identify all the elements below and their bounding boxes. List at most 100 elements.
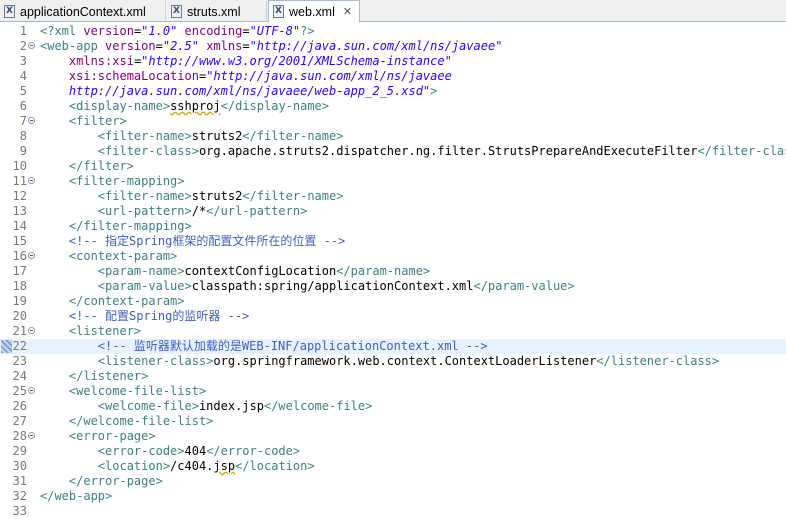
code-text: <filter-name>struts2</filter-name> (40, 189, 344, 204)
fold-toggle-icon[interactable] (28, 387, 35, 394)
code-line[interactable]: 4 xsi:schemaLocation="http://java.sun.co… (0, 69, 786, 84)
code-token: org.apache.struts2.dispatcher.ng.filter.… (198, 144, 698, 158)
code-line[interactable]: 3 xmlns:xsi="http://www.w3.org/2001/XMLS… (0, 54, 786, 69)
code-line[interactable]: 22 <!-- 监听器默认加载的是WEB-INF/applicationCont… (0, 339, 786, 354)
code-token: </param-value> (473, 279, 575, 293)
code-line[interactable]: 24 </listener> (0, 369, 786, 384)
line-number: 19 (12, 294, 27, 308)
code-line[interactable]: 6 <display-name>sshproj</display-name> (0, 99, 786, 114)
code-line[interactable]: 18 <param-value>classpath:spring/applica… (0, 279, 786, 294)
code-line[interactable]: 9 <filter-class>org.apache.struts2.dispa… (0, 144, 786, 159)
code-text: <url-pattern>/*</url-pattern> (40, 204, 308, 219)
code-token: </filter-mapping> (68, 219, 192, 233)
code-line[interactable]: 5 http://java.sun.com/xml/ns/javaee/web-… (0, 84, 786, 99)
code-line[interactable]: 17 <param-name>contextConfigLocation</pa… (0, 264, 786, 279)
code-line[interactable]: 12 <filter-name>struts2</filter-name> (0, 189, 786, 204)
code-line[interactable]: 33 (0, 504, 786, 519)
code-line[interactable]: 27 </welcome-file-list> (0, 414, 786, 429)
code-line[interactable]: 28 <error-page> (0, 429, 786, 444)
code-line[interactable]: 10 </filter> (0, 159, 786, 174)
tab-label: web.xml (289, 4, 335, 19)
code-token: encoding (184, 24, 243, 38)
code-line[interactable]: 29 <error-code>404</error-code> (0, 444, 786, 459)
code-line[interactable]: 15 <!-- 指定Spring框架的配置文件所在的位置 --> (0, 234, 786, 249)
code-line[interactable]: 21 <listener> (0, 324, 786, 339)
code-line[interactable]: 7 <filter> (0, 114, 786, 129)
code-token: </welcome-file-list> (68, 414, 214, 428)
fold-toggle-icon[interactable] (28, 42, 35, 49)
code-token: > (430, 84, 438, 98)
code-token: <error-code> (97, 444, 185, 458)
code-token: </display-name> (220, 99, 330, 113)
code-line[interactable]: 8 <filter-name>struts2</filter-name> (0, 129, 786, 144)
code-text: </error-page> (40, 474, 163, 489)
code-token: /* (191, 204, 207, 218)
line-number: 30 (12, 459, 27, 473)
code-token: </listener> (68, 369, 149, 383)
code-token: version (83, 24, 134, 38)
close-icon[interactable]: ✕ (343, 5, 352, 18)
xml-file-icon: X (273, 5, 284, 18)
code-line[interactable]: 2 <web-app version="2.5" xmlns="http://ja… (0, 39, 786, 54)
code-text: <!-- 指定Spring框架的配置文件所在的位置 --> (40, 234, 345, 249)
code-line[interactable]: 16 <context-param> (0, 249, 786, 264)
code-token: </context-param> (68, 294, 185, 308)
line-number: 33 (12, 504, 27, 518)
fold-toggle-icon[interactable] (28, 327, 35, 334)
code-token: <web-app (40, 39, 106, 53)
fold-toggle-icon[interactable] (28, 117, 35, 124)
code-line[interactable]: 26 <welcome-file>index.jsp</welcome-file… (0, 399, 786, 414)
code-token: <location> (97, 459, 171, 473)
code-line[interactable]: 13 <url-pattern>/*</url-pattern> (0, 204, 786, 219)
code-token: </filter-class> (697, 144, 786, 158)
code-token: struts2 (191, 129, 243, 143)
code-text: <!-- 配置Spring的监听器 --> (40, 309, 249, 324)
tab-struts-xml[interactable]: X struts.xml (167, 1, 267, 22)
code-line[interactable]: 32 </web-app> (0, 489, 786, 504)
code-token: version (105, 39, 156, 53)
code-line[interactable]: 30 <location>/c404.jsp</location> (0, 459, 786, 474)
code-text: <display-name>sshproj</display-name> (40, 99, 329, 114)
code-token: = (242, 39, 250, 53)
code-token: </error-page> (68, 474, 163, 488)
code-editor[interactable]: 1 <?xml version="1.0" encoding="UTF-8"?> 2… (0, 23, 786, 518)
code-token: <filter-name> (97, 129, 192, 143)
code-text: <web-app version="2.5" xmlns="http://jav… (40, 39, 502, 54)
line-number: 28 (12, 429, 27, 443)
code-token: </param-name> (336, 264, 431, 278)
xml-file-icon: X (4, 5, 15, 18)
line-number: 6 (19, 99, 27, 113)
tab-web-xml[interactable]: X web.xml ✕ (268, 0, 360, 23)
code-token: </filter-name> (242, 129, 344, 143)
code-token: ?> (300, 24, 315, 38)
line-number: 26 (12, 399, 27, 413)
code-line[interactable]: 31 </error-page> (0, 474, 786, 489)
fold-toggle-icon[interactable] (28, 177, 35, 184)
code-line[interactable]: 14 </filter-mapping> (0, 219, 786, 234)
code-token: <filter> (68, 114, 127, 128)
tab-applicationcontext-xml[interactable]: X applicationContext.xml (0, 1, 166, 22)
code-token: <listener> (68, 324, 142, 338)
code-text: </web-app> (40, 489, 112, 504)
code-text: <filter> (40, 114, 127, 129)
code-line[interactable]: 11 <filter-mapping> (0, 174, 786, 189)
line-number: 9 (19, 144, 27, 158)
line-number: 16 (12, 249, 27, 263)
code-line[interactable]: 19 </context-param> (0, 294, 786, 309)
code-line[interactable]: 20 <!-- 配置Spring的监听器 --> (0, 309, 786, 324)
fold-toggle-icon[interactable] (28, 432, 35, 439)
code-line[interactable]: 23 <listener-class>org.springframework.w… (0, 354, 786, 369)
line-number: 1 (19, 24, 27, 38)
code-line[interactable]: 1 <?xml version="1.0" encoding="UTF-8"?> (0, 24, 786, 39)
code-token: <!-- 监听器默认加载的是WEB-INF/applicationContext… (97, 339, 488, 353)
code-token: contextConfigLocation (184, 264, 337, 278)
line-number: 4 (19, 69, 27, 83)
fold-toggle-icon[interactable] (28, 252, 35, 259)
code-line[interactable]: 25 <welcome-file-list> (0, 384, 786, 399)
line-number: 2 (19, 39, 27, 53)
code-token: </error-code> (206, 444, 301, 458)
line-number: 14 (12, 219, 27, 233)
line-number: 5 (19, 84, 27, 98)
code-token: "http://java.sun.com/xml/ns/javaee (206, 69, 452, 83)
code-token: "UTF-8" (249, 24, 301, 38)
